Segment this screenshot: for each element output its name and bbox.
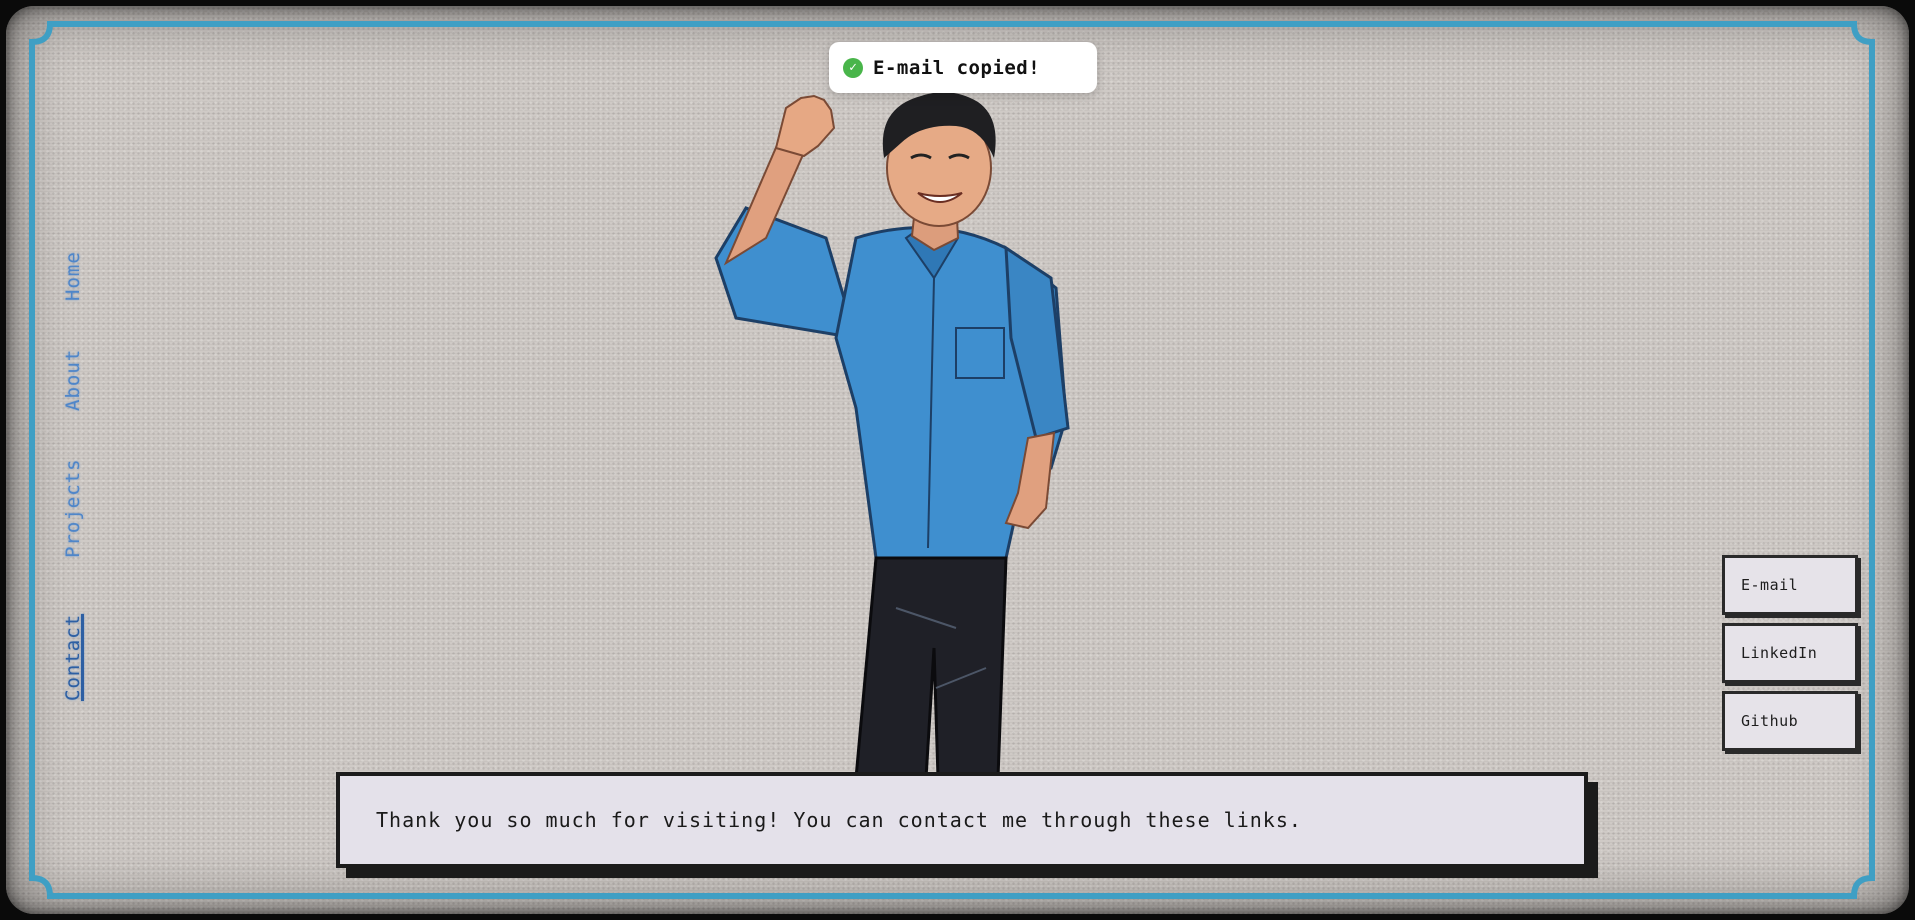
email-button-label: E-mail [1741, 576, 1799, 594]
nav-about[interactable]: About [62, 349, 84, 411]
dialog-box: Thank you so much for visiting! You can … [336, 772, 1588, 868]
nav-projects[interactable]: Projects [62, 458, 84, 558]
nav-home[interactable]: Home [62, 251, 84, 301]
github-button[interactable]: Github [1722, 691, 1858, 751]
vertical-nav: Home About Projects Contact [62, 231, 92, 711]
nav-contact[interactable]: Contact [62, 614, 84, 701]
waving-character-illustration [706, 88, 1166, 780]
linkedin-button-label: LinkedIn [1741, 644, 1818, 662]
contact-links: E-mail LinkedIn Github [1722, 555, 1860, 759]
email-button[interactable]: E-mail [1722, 555, 1858, 615]
email-copied-toast: ✓ E-mail copied! [829, 42, 1097, 93]
check-circle-icon: ✓ [843, 57, 863, 78]
crt-screen: Home About Projects Contact ✓ E-mail cop… [6, 6, 1909, 914]
dialog-text: Thank you so much for visiting! You can … [376, 808, 1302, 832]
linkedin-button[interactable]: LinkedIn [1722, 623, 1858, 683]
toast-message: E-mail copied! [873, 56, 1041, 79]
github-button-label: Github [1741, 712, 1799, 730]
